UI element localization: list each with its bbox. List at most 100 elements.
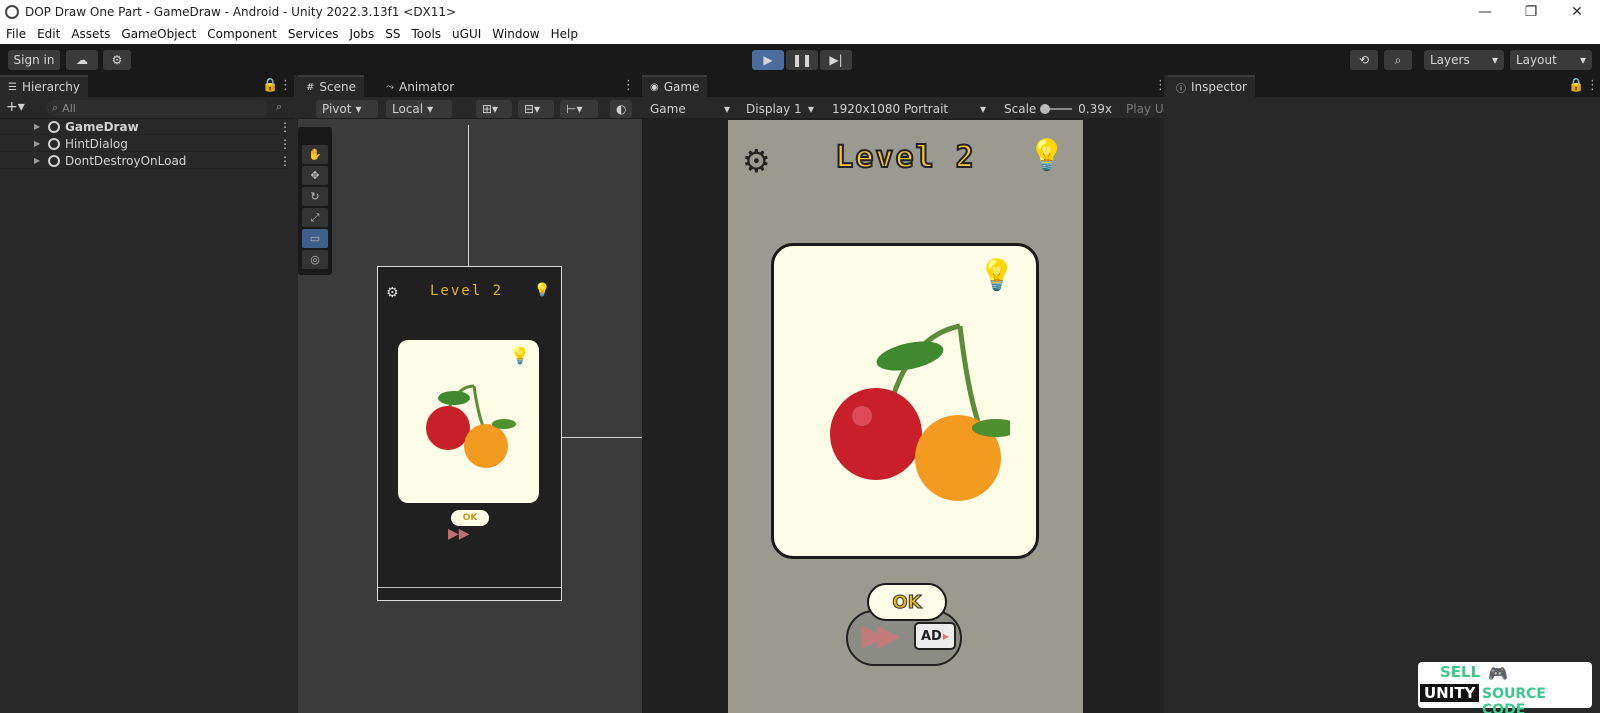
menu-bar: File Edit Assets GameObject Component Se… [0, 24, 1600, 44]
pivot-dropdown[interactable]: Pivot ▾ [316, 100, 378, 118]
cloud-icon[interactable]: ☁ [66, 50, 98, 70]
history-icon[interactable]: ⟲ [1350, 50, 1378, 70]
pause-button[interactable]: ❚❚ [786, 50, 818, 70]
add-icon[interactable]: +▾ [6, 99, 25, 115]
more-options-icon[interactable]: ⋮ [622, 78, 635, 93]
local-dropdown[interactable]: Local ▾ [386, 100, 452, 118]
increment-snap-dropdown[interactable]: ⊟▾ [518, 100, 554, 118]
tab-animator-label: Animator [399, 80, 455, 94]
sign-in-button[interactable]: Sign in [8, 50, 60, 70]
ad-badge[interactable]: AD ▶ [914, 622, 956, 650]
scale-slider-track[interactable] [1040, 104, 1073, 114]
tab-scene[interactable]: # Scene [298, 75, 364, 97]
tab-game[interactable]: ◉ Game [642, 75, 708, 97]
play-button[interactable]: ▶ [752, 50, 784, 70]
game-view-screen[interactable]: ⚙ Level 2 💡 💡 ▶▶ AD ▶ OK [728, 120, 1083, 713]
collab-icon[interactable]: ⚙ [103, 50, 131, 70]
ok-button[interactable]: OK [867, 583, 947, 621]
transform-tool-icon[interactable]: ◎ [302, 250, 328, 269]
scale-slider-thumb[interactable] [1040, 104, 1051, 114]
expand-arrow-icon[interactable]: ▶ [34, 122, 48, 131]
list-icon: ☰ [8, 81, 17, 93]
window-title: DOP Draw One Part - GameDraw - Android -… [25, 5, 457, 19]
ad-label: AD [920, 628, 942, 644]
expand-arrow-icon[interactable]: ▶ [34, 139, 48, 148]
menu-tools[interactable]: Tools [411, 27, 441, 41]
menu-services[interactable]: Services [288, 27, 339, 41]
resolution-dropdown[interactable]: 1920x1080 Portrait ▾ [826, 100, 992, 118]
close-icon[interactable]: ✕ [1554, 0, 1600, 24]
hierarchy-search-input[interactable]: ⌕ All [46, 100, 268, 116]
render-mode-icon[interactable]: ◐ [610, 100, 632, 118]
watermark-line2: UNITY [1420, 684, 1480, 702]
more-options-icon[interactable]: ⋮ [279, 78, 292, 93]
more-options-icon[interactable]: ⋮ [279, 120, 291, 134]
scale-value: 0.39x [1078, 102, 1112, 116]
hierarchy-item-dontdestroyonload[interactable]: ▶ DontDestroyOnLoad ⋮ [0, 153, 291, 169]
rect-tool-icon[interactable]: ▭ [302, 229, 328, 248]
menu-assets[interactable]: Assets [71, 27, 110, 41]
game-mode-dropdown[interactable]: Game ▾ [644, 100, 736, 118]
grid-icon: # [306, 81, 315, 93]
play-unfocused-dropdown[interactable]: Play Ur [1120, 100, 1164, 118]
game-puzzle-card[interactable]: 💡 [771, 243, 1039, 559]
tab-hierarchy-label: Hierarchy [21, 80, 80, 94]
layers-dropdown[interactable]: Layers ▾ [1424, 50, 1504, 70]
scale-label: Scale [1004, 102, 1037, 116]
step-button[interactable]: ▶| [820, 50, 852, 70]
tab-inspector[interactable]: ⓘ Inspector [1168, 75, 1255, 97]
hint-bulb-icon[interactable]: 💡 [978, 258, 1015, 293]
layout-dropdown[interactable]: Layout ▾ [1510, 50, 1592, 70]
menu-window[interactable]: Window [492, 27, 539, 41]
more-options-icon[interactable]: ⋮ [279, 137, 291, 151]
gizmo-dropdown[interactable]: ⊢▾ [560, 100, 598, 118]
menu-ss[interactable]: SS [385, 27, 400, 41]
display-dropdown[interactable]: Display 1 ▾ [740, 100, 820, 118]
filter-icon[interactable]: ⌕ [276, 100, 282, 114]
chevron-down-icon: ▾ [807, 102, 814, 116]
menu-edit[interactable]: Edit [37, 27, 60, 41]
hierarchy-item-gamedraw[interactable]: ▶ GameDraw ⋮ [0, 119, 291, 135]
lock-icon[interactable]: 🔒 [1568, 78, 1584, 93]
settings-gear-icon: ⚙ [386, 285, 399, 301]
tab-game-label: Game [663, 80, 700, 94]
scene-preview-card: 💡 [398, 340, 539, 503]
minimize-icon[interactable]: — [1462, 0, 1508, 24]
move-tool-icon[interactable]: ✥ [302, 166, 328, 185]
hierarchy-item-hintdialog[interactable]: ▶ HintDialog ⋮ [0, 136, 291, 152]
tab-animator[interactable]: ⤳ Animator [378, 75, 463, 97]
menu-gameobject[interactable]: GameObject [121, 27, 196, 41]
hierarchy-item-label: GameDraw [65, 119, 139, 134]
menu-help[interactable]: Help [551, 27, 578, 41]
scene-frame-guide [378, 587, 561, 588]
tab-scene-label: Scene [319, 80, 356, 94]
more-options-icon[interactable]: ⋮ [1154, 78, 1167, 93]
lock-icon[interactable]: 🔒 [262, 78, 278, 93]
more-options-icon[interactable]: ⋮ [1586, 78, 1599, 93]
hint-bulb-icon[interactable]: 💡 [1028, 138, 1065, 173]
scale-tool-icon[interactable]: ⤢ [302, 208, 328, 227]
menu-ugui[interactable]: uGUI [452, 27, 481, 41]
expand-arrow-icon[interactable]: ▶ [34, 156, 48, 165]
more-options-icon[interactable]: ⋮ [279, 154, 291, 168]
menu-component[interactable]: Component [207, 27, 277, 41]
fast-forward-icon: ▶▶ [448, 526, 470, 542]
grid-snap-dropdown[interactable]: ⊞▾ [476, 100, 512, 118]
hierarchy-tabbar: ☰ Hierarchy 🔒 ⋮ [0, 75, 294, 97]
rotate-tool-icon[interactable]: ↻ [302, 187, 328, 206]
restore-icon[interactable]: ❐ [1508, 0, 1554, 24]
inspector-panel: ⓘ Inspector 🔒 ⋮ [1168, 75, 1600, 713]
scale-slider[interactable]: Scale 0.39x [998, 100, 1118, 118]
menu-file[interactable]: File [6, 27, 26, 41]
game-mode-label: Game [650, 102, 686, 116]
hand-tool-icon[interactable]: ✋ [302, 145, 328, 164]
tab-hierarchy[interactable]: ☰ Hierarchy [0, 75, 88, 97]
chevron-down-icon: ▾ [723, 102, 730, 116]
animator-icon: ⤳ [386, 81, 394, 93]
fast-forward-icon[interactable]: ▶▶ [862, 618, 900, 653]
info-icon: ⓘ [1176, 83, 1186, 95]
unity-scene-icon [48, 154, 60, 167]
main-toolbar: Sign in ☁ ⚙ ▶ ❚❚ ▶| ⟲ ⌕ Layers ▾ Layout … [0, 44, 1600, 75]
search-icon[interactable]: ⌕ [1384, 50, 1412, 70]
menu-jobs[interactable]: Jobs [350, 27, 375, 41]
